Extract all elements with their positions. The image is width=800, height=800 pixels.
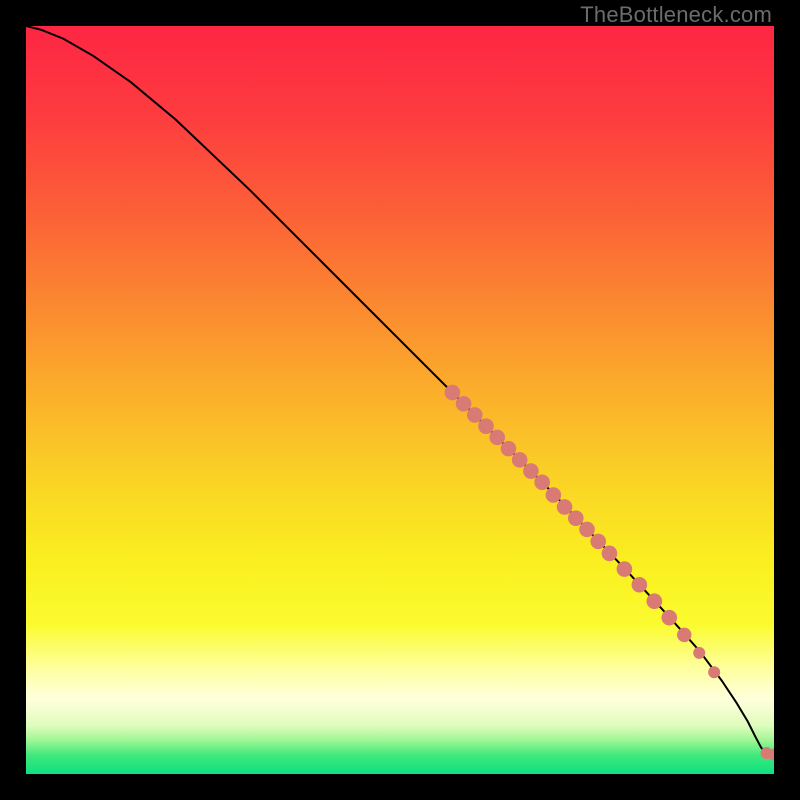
scatter-dot (661, 610, 677, 626)
scatter-dot (590, 534, 606, 550)
scatter-dot (708, 666, 720, 678)
scatter-dot (512, 452, 528, 468)
scatter-dot (523, 463, 539, 479)
scatter-dot (693, 647, 705, 659)
scatter-dot (534, 474, 550, 490)
chart-svg (26, 26, 774, 774)
chart-frame: TheBottleneck.com (0, 0, 800, 800)
scatter-dot (557, 499, 573, 515)
scatter-dot (478, 418, 494, 434)
scatter-dot (546, 487, 562, 503)
scatter-dot (489, 430, 505, 446)
scatter-dot (568, 510, 584, 526)
scatter-dot (456, 396, 472, 412)
scatter-dot (647, 593, 663, 609)
gradient-background (26, 26, 774, 774)
scatter-dot (617, 561, 633, 577)
scatter-dot (579, 522, 595, 538)
plot-area (26, 26, 774, 774)
watermark-text: TheBottleneck.com (580, 2, 772, 28)
scatter-dot (677, 628, 691, 642)
scatter-dot (632, 577, 648, 593)
scatter-dot (501, 441, 517, 457)
scatter-dot (467, 407, 483, 423)
scatter-dot (602, 546, 618, 562)
scatter-dot (445, 385, 461, 401)
